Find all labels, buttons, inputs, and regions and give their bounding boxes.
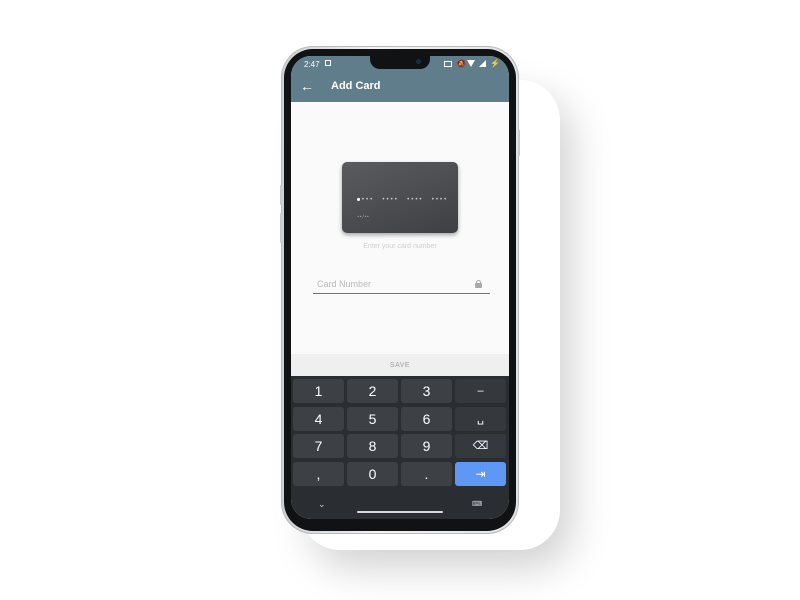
key-0[interactable]: 0	[347, 462, 398, 486]
key-backspace[interactable]: ⌫	[455, 434, 506, 458]
card-number-hint: Enter your card number	[363, 243, 437, 250]
mute-icon: 🔕	[456, 59, 466, 68]
card-number-input[interactable]	[313, 277, 490, 294]
key-2[interactable]: 2	[347, 379, 398, 403]
keyboard-nav-bar: ⌄ ⌨	[291, 496, 509, 519]
lock-icon	[475, 280, 482, 288]
page-title: Add Card	[331, 80, 381, 92]
key-4[interactable]: 4	[293, 407, 344, 431]
signal-icon	[479, 60, 486, 67]
charging-icon: ⚡	[490, 59, 500, 68]
save-button[interactable]: SAVE	[291, 354, 509, 376]
card-number-mask: •••• •••• •••• ••••	[357, 196, 448, 203]
key-space[interactable]: ␣	[455, 407, 506, 431]
wifi-icon	[467, 60, 475, 67]
phone-screen: 2:47 🔕 ⚡ ← Add Card •••• •••• •••• •••• …	[291, 56, 509, 519]
status-time: 2:47	[304, 60, 320, 69]
app-bar: ← Add Card	[291, 72, 509, 102]
keyboard-hide-icon[interactable]: ⌄	[318, 499, 326, 510]
key-comma[interactable]: ,	[293, 462, 344, 486]
power-button	[518, 130, 520, 156]
key-8[interactable]: 8	[347, 434, 398, 458]
key-1[interactable]: 1	[293, 379, 344, 403]
vibrate-icon	[444, 60, 452, 67]
home-indicator[interactable]	[357, 511, 443, 513]
key-9[interactable]: 9	[401, 434, 452, 458]
key-minus[interactable]: –	[455, 379, 506, 403]
card-preview: •••• •••• •••• •••• ••/••	[342, 162, 458, 233]
back-arrow-icon[interactable]: ←	[300, 77, 316, 95]
volume-down-button	[280, 213, 282, 243]
key-5[interactable]: 5	[347, 407, 398, 431]
key-7[interactable]: 7	[293, 434, 344, 458]
key-6[interactable]: 6	[401, 407, 452, 431]
volume-up-button	[280, 185, 282, 205]
card-cursor-dot	[357, 198, 360, 201]
front-camera	[416, 59, 421, 64]
key-period[interactable]: .	[401, 462, 452, 486]
key-3[interactable]: 3	[401, 379, 452, 403]
numeric-keyboard: 1 2 3 – 4 5 6 ␣ 7 8 9 ⌫ , 0 . ⇥ ⌄ ⌨	[291, 376, 509, 519]
status-icons: 🔕 ⚡	[444, 59, 500, 68]
camera-notch	[370, 56, 430, 69]
gallery-icon	[325, 60, 331, 66]
key-next[interactable]: ⇥	[455, 462, 506, 486]
card-expiry-mask: ••/••	[357, 214, 370, 219]
keyboard-switch-icon[interactable]: ⌨	[472, 500, 482, 508]
